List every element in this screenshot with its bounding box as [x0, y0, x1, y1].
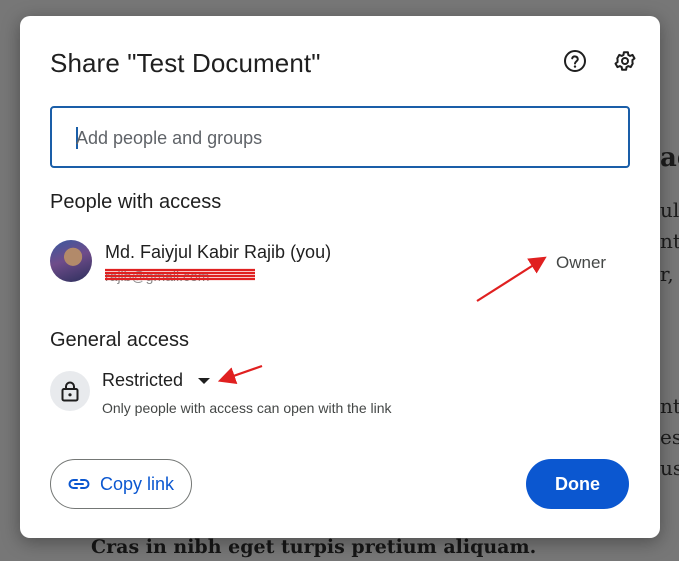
- person-name: Md. Faiyjul Kabir Rajib (you): [105, 242, 332, 262]
- doc-text-fragment: nt: [660, 394, 679, 418]
- doc-text-fragment: nt: [660, 229, 679, 253]
- doc-text-fragment: us: [660, 456, 679, 480]
- general-access-value: Restricted: [102, 370, 184, 390]
- dialog-title: Share "Test Document": [50, 48, 321, 78]
- lock-icon: [61, 381, 79, 402]
- doc-text-fragment: ac: [660, 143, 679, 173]
- gear-icon: [614, 51, 636, 71]
- caret-down-icon: [198, 377, 211, 384]
- settings-button[interactable]: [612, 48, 638, 74]
- share-dialog: Share "Test Document" People with access…: [20, 16, 660, 538]
- doc-text-fragment: ul: [660, 198, 679, 222]
- link-icon: [68, 479, 90, 489]
- doc-bottom-line: Cras in nibh eget turpis pretium aliquam…: [91, 536, 537, 558]
- done-button[interactable]: Done: [526, 459, 629, 509]
- help-circle-icon: [564, 50, 586, 72]
- person-role[interactable]: Owner: [556, 253, 606, 273]
- done-label: Done: [555, 473, 600, 494]
- doc-text-fragment: r,: [660, 262, 674, 286]
- access-icon-container: [50, 371, 90, 411]
- copy-link-button[interactable]: Copy link: [50, 459, 192, 509]
- copy-link-label: Copy link: [99, 473, 175, 494]
- help-button[interactable]: [562, 48, 588, 74]
- general-access-description: Only people with access can open with th…: [102, 400, 392, 416]
- general-access-dropdown[interactable]: Restricted: [102, 370, 211, 391]
- redaction-scribble: [105, 268, 255, 281]
- add-people-input[interactable]: [76, 118, 596, 158]
- general-access-heading: General access: [50, 329, 189, 351]
- doc-text-fragment: es: [660, 425, 679, 449]
- people-with-access-heading: People with access: [50, 191, 222, 213]
- add-people-field[interactable]: [50, 106, 630, 168]
- avatar: [50, 240, 92, 282]
